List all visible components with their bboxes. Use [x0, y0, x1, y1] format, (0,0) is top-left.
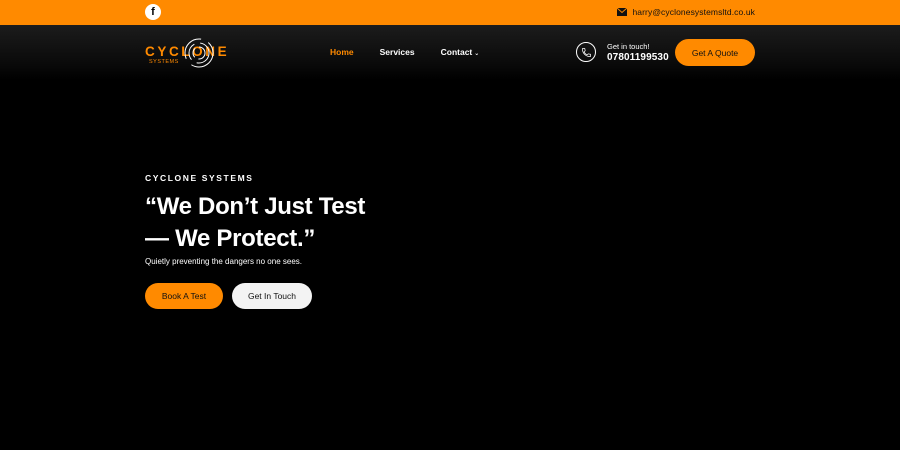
- logo-sub: SYSTEMS: [149, 59, 179, 65]
- get-a-quote-button[interactable]: Get A Quote: [675, 39, 755, 66]
- site-logo[interactable]: CYCLONE SYSTEMS: [145, 37, 227, 69]
- hero-headline: “We Don’t Just Test — We Protect.”: [145, 193, 366, 252]
- email-address: harry@cyclonesystemsltd.co.uk: [632, 7, 755, 17]
- get-in-touch-button[interactable]: Get In Touch: [232, 283, 312, 309]
- contact-label: Get in touch!: [607, 42, 650, 51]
- hero-kicker: CYCLONE SYSTEMS: [145, 173, 254, 183]
- top-bar: f harry@cyclonesystemsltd.co.uk: [0, 0, 900, 25]
- mail-icon: [617, 8, 628, 16]
- contact-phone[interactable]: 07801199530: [607, 52, 669, 63]
- phone-handset-icon: [581, 47, 591, 57]
- hero-tagline: Quietly preventing the dangers no one se…: [145, 257, 302, 266]
- facebook-glyph: f: [151, 5, 155, 18]
- nav-item-contact[interactable]: Contact ⌄: [441, 47, 480, 57]
- phone-icon: [576, 42, 596, 62]
- book-a-test-button[interactable]: Book A Test: [145, 283, 223, 309]
- chevron-down-icon: ⌄: [474, 51, 480, 57]
- facebook-icon[interactable]: f: [145, 4, 161, 20]
- nav-item-services[interactable]: Services: [380, 47, 415, 57]
- nav-menu: Home Services Contact ⌄: [330, 47, 479, 57]
- cyclone-swirl-icon: [184, 38, 214, 68]
- email-link[interactable]: harry@cyclonesystemsltd.co.uk: [617, 7, 755, 17]
- nav-item-home[interactable]: Home: [330, 47, 354, 57]
- nav-item-contact-label: Contact: [440, 47, 473, 57]
